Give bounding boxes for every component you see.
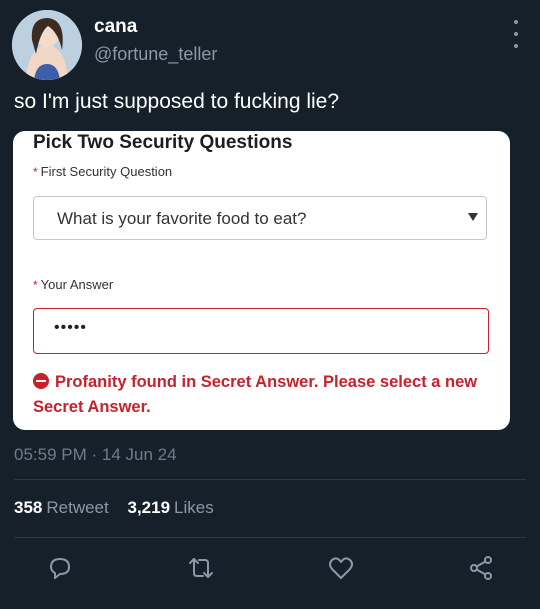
like-count[interactable]: 3,219 — [127, 498, 170, 517]
avatar[interactable] — [12, 10, 82, 80]
divider — [14, 479, 526, 480]
selected-question: What is your favorite food to eat? — [57, 209, 307, 228]
answer-input[interactable]: ••••• — [33, 308, 489, 354]
reply-icon[interactable] — [45, 553, 75, 583]
answer-label: * Your Answer — [33, 277, 114, 292]
error-message: Profanity found in Secret Answer. Please… — [33, 373, 478, 416]
heart-icon[interactable] — [326, 553, 356, 583]
action-bar — [0, 553, 540, 585]
form-title: Pick Two Security Questions — [33, 132, 293, 153]
tweet: cana @fortune_teller so I'm just suppose… — [0, 0, 540, 609]
required-marker: * — [33, 165, 38, 179]
tweet-text: so I'm just supposed to fucking lie? — [14, 90, 340, 113]
more-icon[interactable] — [508, 20, 524, 48]
avatar-image — [12, 10, 82, 80]
retweet-count[interactable]: 358 — [14, 498, 42, 517]
retweet-icon[interactable] — [186, 553, 216, 583]
embedded-screenshot[interactable]: Pick Two Security Questions * First Secur… — [13, 131, 510, 430]
answer-value: ••••• — [54, 319, 88, 336]
required-marker: * — [33, 278, 38, 292]
user-handle[interactable]: @fortune_teller — [94, 44, 217, 65]
first-question-label: * First Security Question — [33, 164, 173, 179]
display-name[interactable]: cana — [94, 16, 137, 38]
dropdown-arrow-icon — [468, 213, 478, 221]
timestamp[interactable]: 05:59 PM · 14 Jun 24 — [14, 445, 177, 465]
engagement-stats: 358 Retweet 3,219 Likes — [14, 498, 228, 518]
security-question-select[interactable]: What is your favorite food to eat? — [33, 196, 487, 240]
retweet-label[interactable]: Retweet — [46, 498, 108, 517]
share-icon[interactable] — [466, 553, 496, 583]
like-label[interactable]: Likes — [174, 498, 214, 517]
divider — [14, 537, 526, 538]
